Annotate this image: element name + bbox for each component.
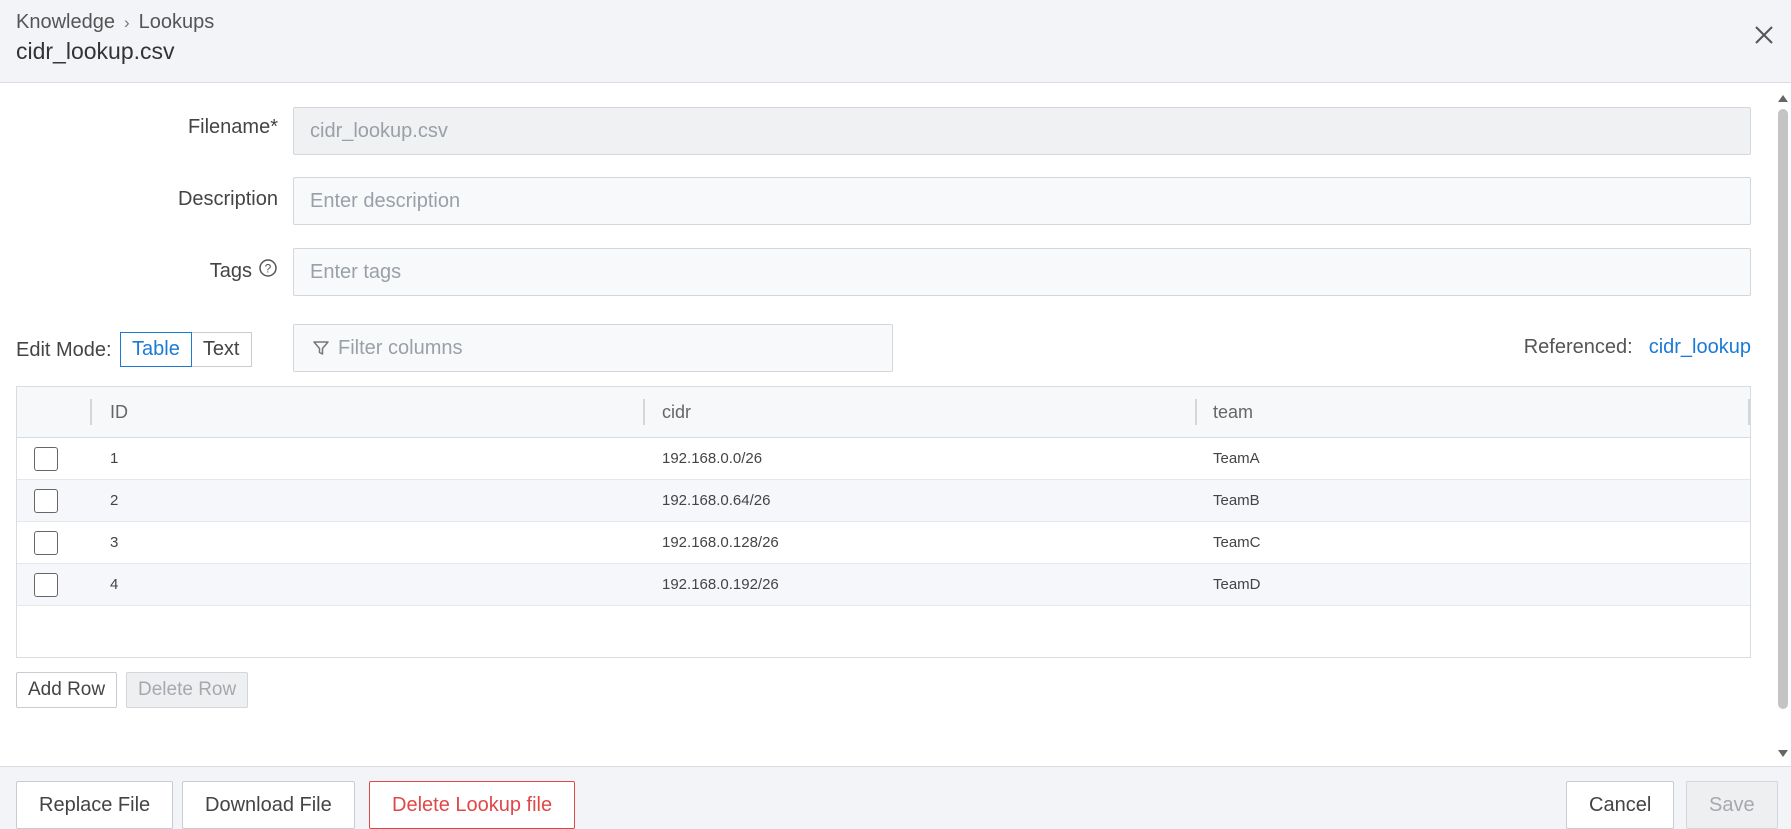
referenced-info: Referenced: cidr_lookup	[1524, 336, 1751, 359]
breadcrumb-separator: ›	[123, 12, 130, 32]
close-button[interactable]	[1749, 20, 1779, 50]
save-button[interactable]: Save	[1686, 781, 1778, 829]
help-icon[interactable]: ?	[258, 258, 278, 284]
filename-label: Filename*	[187, 116, 278, 138]
column-header-id[interactable]: ID	[110, 387, 128, 438]
table-row[interactable]: 1 192.168.0.0/26 TeamA	[17, 438, 1750, 480]
edit-mode-label: Edit Mode:	[16, 339, 112, 361]
cell-id[interactable]: 2	[110, 480, 118, 522]
svg-text:?: ?	[265, 262, 272, 276]
scroll-thumb[interactable]	[1778, 109, 1788, 709]
table-header: ID cidr team	[17, 387, 1750, 438]
referenced-link[interactable]: cidr_lookup	[1649, 336, 1751, 359]
tags-input[interactable]	[293, 248, 1751, 296]
cancel-button[interactable]: Cancel	[1566, 781, 1675, 829]
breadcrumb-item-knowledge[interactable]: Knowledge	[16, 11, 115, 34]
page-title: cidr_lookup.csv	[16, 38, 175, 64]
tags-label: Tags	[209, 259, 252, 282]
column-separator[interactable]	[1195, 399, 1197, 425]
filter-columns-field[interactable]	[293, 324, 893, 372]
cell-cidr[interactable]: 192.168.0.64/26	[662, 480, 770, 522]
cell-id[interactable]: 1	[110, 438, 118, 480]
cell-team[interactable]: TeamC	[1213, 522, 1261, 564]
download-file-button[interactable]: Download File	[182, 781, 355, 829]
breadcrumb: Knowledge › Lookups	[16, 11, 214, 34]
column-header-cidr[interactable]: cidr	[662, 387, 691, 438]
cell-cidr[interactable]: 192.168.0.192/26	[662, 564, 779, 606]
delete-row-button[interactable]: Delete Row	[126, 672, 249, 708]
filter-columns-input[interactable]	[338, 336, 878, 360]
cell-team[interactable]: TeamA	[1213, 438, 1260, 480]
breadcrumb-item-lookups[interactable]: Lookups	[139, 11, 215, 34]
referenced-label: Referenced:	[1523, 336, 1633, 358]
description-label: Description	[177, 188, 278, 210]
filter-icon	[313, 341, 329, 355]
row-checkbox[interactable]	[34, 447, 58, 471]
dialog-footer: Replace File Download File Delete Lookup…	[0, 766, 1791, 829]
content-scrollbar[interactable]	[1775, 84, 1791, 766]
cell-id[interactable]: 3	[110, 522, 118, 564]
column-separator[interactable]	[90, 399, 92, 425]
cell-team[interactable]: TeamB	[1213, 480, 1260, 522]
cell-cidr[interactable]: 192.168.0.128/26	[662, 522, 779, 564]
scroll-down-arrow-icon[interactable]	[1778, 750, 1788, 757]
row-checkbox[interactable]	[34, 489, 58, 513]
table-row[interactable]: 2 192.168.0.64/26 TeamB	[17, 480, 1750, 522]
row-checkbox[interactable]	[34, 573, 58, 597]
lookup-table: ID cidr team 1 192.168.0.0/26 TeamA 2 19…	[16, 386, 1751, 658]
mode-table-button[interactable]: Table	[120, 332, 192, 367]
mode-text-button[interactable]: Text	[191, 332, 252, 367]
row-checkbox[interactable]	[34, 531, 58, 555]
scroll-up-arrow-icon[interactable]	[1778, 95, 1788, 102]
table-row[interactable]: 4 192.168.0.192/26 TeamD	[17, 564, 1750, 606]
cell-cidr[interactable]: 192.168.0.0/26	[662, 438, 762, 480]
description-input[interactable]	[293, 177, 1751, 225]
table-row[interactable]: 3 192.168.0.128/26 TeamC	[17, 522, 1750, 564]
dialog-header: Knowledge › Lookups cidr_lookup.csv	[0, 0, 1791, 83]
edit-mode-toggle: Table Text	[120, 332, 252, 367]
cell-team[interactable]: TeamD	[1213, 564, 1261, 606]
add-row-button[interactable]: Add Row	[16, 672, 118, 708]
column-separator[interactable]	[643, 399, 645, 425]
filename-input[interactable]	[293, 107, 1751, 155]
cell-id[interactable]: 4	[110, 564, 118, 606]
column-separator[interactable]	[1748, 399, 1750, 425]
close-icon	[1755, 26, 1773, 44]
column-header-team[interactable]: team	[1213, 387, 1253, 438]
delete-lookup-file-button[interactable]: Delete Lookup file	[369, 781, 576, 829]
replace-file-button[interactable]: Replace File	[16, 781, 174, 829]
tags-label-group: Tags ?	[210, 258, 278, 284]
